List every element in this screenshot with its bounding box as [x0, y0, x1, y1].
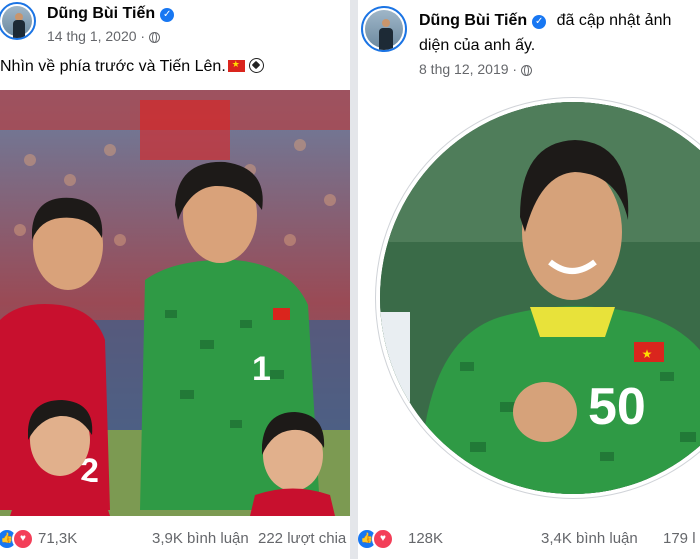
author-name-row: Dũng Bùi Tiến ✓ [47, 5, 175, 23]
post-meta: 8 thg 12, 2019 · [419, 61, 532, 77]
comment-count[interactable]: 3,9K bình luận [152, 530, 249, 547]
update-action-text: đã cập nhật ảnh [556, 12, 672, 29]
meta-separator: · [512, 61, 518, 77]
engagement-bar: 👍 ♥ 128K 3,4K bình luận 179 l [358, 522, 700, 554]
update-action-line2: diện của anh ấy. [419, 37, 536, 54]
post-caption: Nhìn về phía trước và Tiến Lên. [0, 58, 264, 76]
svg-text:★: ★ [642, 347, 653, 361]
jersey-number: 50 [588, 378, 646, 436]
post-date[interactable]: 8 thg 12, 2019 [419, 61, 509, 77]
verified-badge-icon: ✓ [160, 8, 175, 22]
goalkeeper-portrait: ★ 50 [380, 102, 700, 494]
reactions-summary[interactable]: 👍 ♥ [0, 528, 34, 550]
engagement-bar: 👍 ♥ 71,3K 3,9K bình luận 222 lượt chia [0, 522, 350, 554]
reaction-count[interactable]: 71,3K [38, 530, 77, 547]
right-post: Dũng Bùi Tiến ✓ đã cập nhật ảnh diện của … [358, 0, 700, 559]
players-illustration: 2 1 [0, 90, 350, 516]
author-avatar[interactable] [0, 2, 36, 40]
comment-count[interactable]: 3,4K bình luận [541, 530, 638, 547]
author-name-row: Dũng Bùi Tiến ✓ đã cập nhật ảnh [419, 12, 671, 30]
love-reaction-icon: ♥ [12, 528, 34, 550]
vietnam-flag-emoji [227, 59, 245, 72]
post-photo[interactable]: 2 1 [0, 90, 350, 516]
reaction-count[interactable]: 128K [408, 530, 443, 547]
reactions-summary[interactable]: 👍 ♥ [358, 528, 394, 550]
globe-icon[interactable] [148, 32, 160, 43]
share-count[interactable]: 179 l [663, 530, 696, 547]
meta-separator: · [140, 28, 146, 44]
author-avatar[interactable] [361, 6, 407, 52]
verified-badge-icon: ✓ [532, 15, 547, 29]
author-name[interactable]: Dũng Bùi Tiến [419, 12, 527, 29]
author-name[interactable]: Dũng Bùi Tiến [47, 5, 155, 22]
left-post: Dũng Bùi Tiến ✓ 14 thg 1, 2020 · Nhìn về … [0, 0, 350, 559]
post-meta: 14 thg 1, 2020 · [47, 28, 160, 44]
share-count[interactable]: 222 lượt chia [258, 530, 346, 547]
love-reaction-icon: ♥ [372, 528, 394, 550]
profile-photo[interactable]: ★ 50 [376, 98, 700, 498]
soccer-ball-emoji [248, 58, 264, 73]
post-date[interactable]: 14 thg 1, 2020 [47, 28, 137, 44]
caption-text: Nhìn về phía trước và Tiến Lên. [0, 58, 226, 75]
globe-icon[interactable] [520, 65, 532, 76]
jersey-number-goalkeeper: 1 [252, 350, 271, 388]
